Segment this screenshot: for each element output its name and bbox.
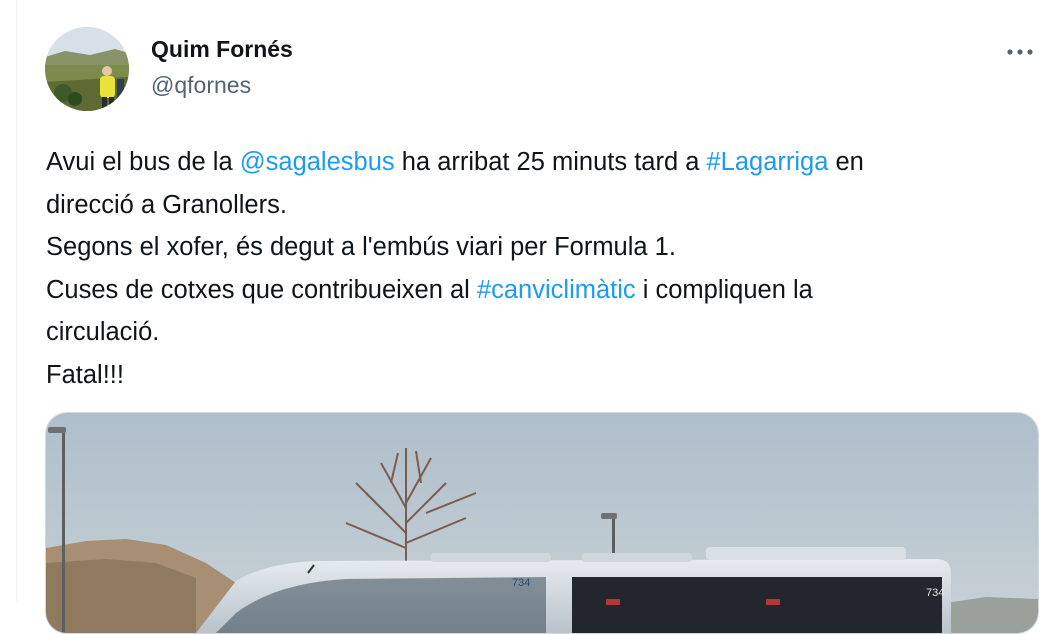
tweet-text-segment: i compliquen la	[635, 275, 813, 304]
tweet-line: Fatal!!!	[46, 360, 124, 389]
tweet-text: Avui el bus de la @sagalesbus ha arribat…	[46, 141, 1031, 396]
tweet-line: Segons el xofer, és degut a l'embús viar…	[46, 233, 676, 261]
tweet-line: circulació.	[46, 318, 160, 346]
tweet-text-segment: Cuses de cotxes que contribueixen al	[46, 275, 477, 304]
avatar[interactable]	[45, 27, 129, 111]
hashtag-link[interactable]: #canviclimàtic	[477, 276, 636, 304]
tweet-line: Avui el bus de la @sagalesbus ha arribat…	[46, 141, 1031, 184]
tweet-line: direcció a Granollers.	[46, 190, 287, 219]
author-handle[interactable]: @qfornes	[151, 72, 251, 99]
tweet-photo[interactable]: 734 734	[45, 412, 1039, 634]
bus-photo: 734 734	[46, 413, 1038, 633]
tweet-text-segment: en	[828, 148, 864, 176]
hashtag-link[interactable]: #Lagarriga	[706, 148, 828, 176]
tweet-text-segment: ha arribat 25 minuts tard a	[394, 148, 707, 176]
bus-number-front: 734	[512, 577, 530, 589]
author-name[interactable]: Quim Fornés	[151, 36, 293, 63]
bus-number-side: 734	[926, 587, 944, 599]
mention-link[interactable]: @sagalesbus	[240, 148, 395, 176]
more-options-button[interactable]	[1000, 32, 1040, 72]
avatar-photo	[45, 27, 129, 111]
more-horizontal-icon	[1007, 49, 1033, 55]
tweet-text-segment: Avui el bus de la	[46, 148, 240, 176]
tweet-line: Cuses de cotxes que contribueixen al #ca…	[46, 269, 1031, 312]
